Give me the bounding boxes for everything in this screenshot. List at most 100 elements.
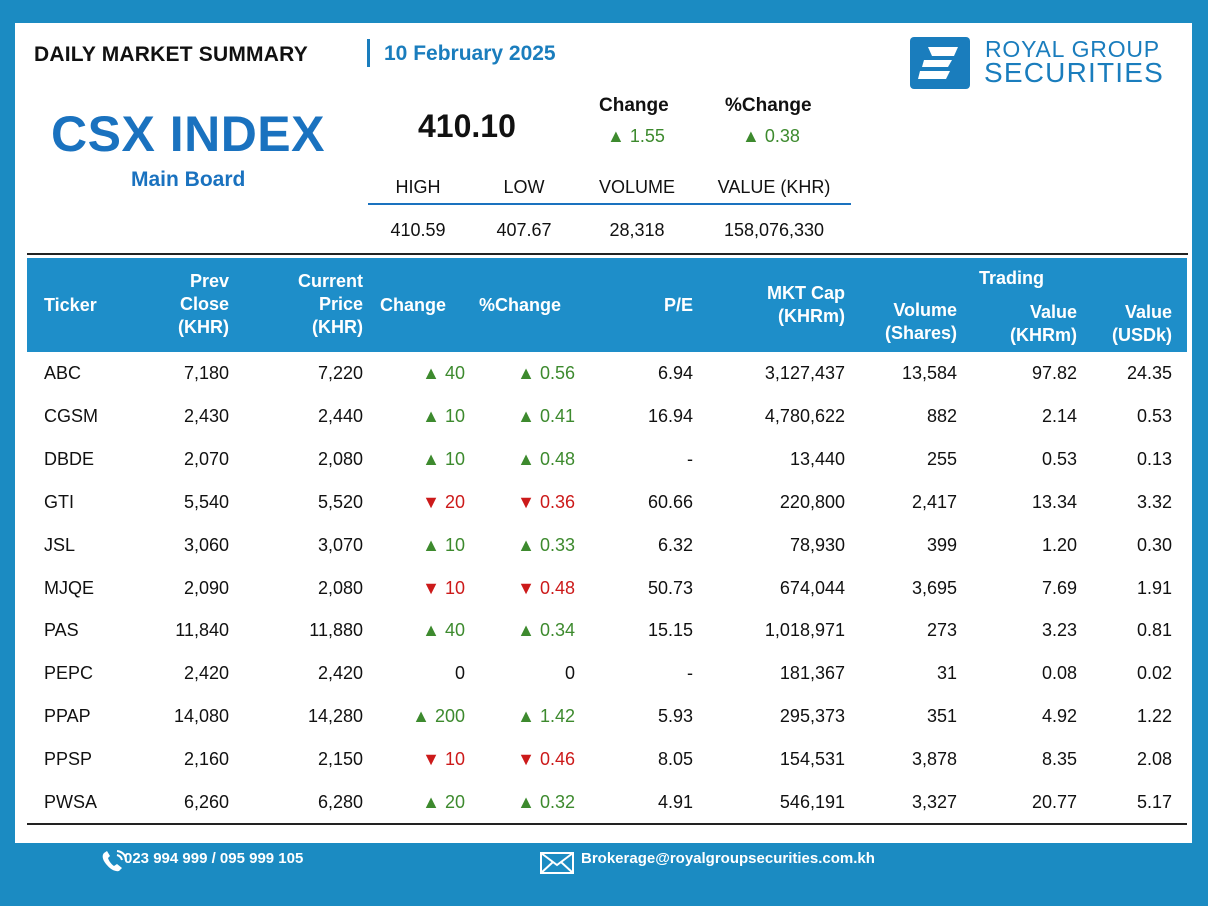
cell-mkt-cap: 546,191	[779, 792, 845, 812]
cell-current-price: 6,280	[317, 792, 363, 812]
stat-header-low: LOW	[503, 177, 545, 197]
cell-prev-close: 11,840	[175, 620, 229, 641]
cell-change: ▼ 10	[422, 577, 465, 598]
th-current-price: Current Price (KHR)	[297, 271, 363, 337]
brand-logo-icon	[910, 37, 970, 89]
stat-value-high: 410.59	[390, 220, 446, 240]
stat-value-volume: 28,318	[609, 220, 665, 240]
brand-name-line2: SECURITIES	[984, 57, 1165, 88]
th-change: Change	[380, 295, 447, 315]
th-value-khrm: Value (KHRm)	[1010, 302, 1077, 345]
cell-pe: 60.66	[647, 491, 693, 512]
cell-pct-change: ▲ 0.33	[517, 534, 575, 555]
footer-email[interactable]: Brokerage@royalgroupsecurities.com.kh	[581, 850, 875, 867]
cell-volume: 3,327	[911, 792, 957, 812]
cell-mkt-cap: 1,018,971	[764, 620, 845, 641]
title-separator	[367, 39, 370, 67]
table-row: PPSP 2,160 2,150 ▼ 10 ▼ 0.46 8.05 154,531 3,878…	[27, 739, 1187, 782]
cell-mkt-cap: 220,800	[779, 491, 845, 512]
cell-prev-close: 3,060	[183, 534, 229, 555]
th-volume: Volume (Shares)	[884, 300, 957, 343]
cell-ticker: DBDE	[44, 448, 95, 469]
stat-header-value: VALUE (KHR)	[717, 177, 831, 197]
cell-current-price: 2,080	[317, 577, 363, 598]
cell-current-price: 3,070	[317, 534, 363, 555]
stat-header-volume: VOLUME	[598, 177, 676, 197]
cell-value-khrm: 1.20	[1041, 534, 1077, 555]
cell-value-usdk: 3.32	[1136, 491, 1172, 512]
cell-ticker: JSL	[44, 534, 76, 555]
cell-ticker: PAS	[44, 620, 79, 641]
cell-ticker: PPAP	[44, 706, 91, 727]
cell-change: ▲ 10	[422, 448, 465, 469]
cell-mkt-cap: 674,044	[779, 577, 845, 598]
cell-pe: 8.05	[657, 749, 693, 770]
cell-pe: 15.15	[647, 620, 693, 641]
cell-prev-close: 7,180	[183, 363, 229, 383]
cell-ticker: CGSM	[44, 405, 98, 426]
th-pct-change: %Change	[479, 295, 562, 315]
cell-pct-change: ▼ 0.48	[517, 577, 575, 598]
cell-value-usdk: 0.13	[1136, 448, 1172, 469]
cell-pe: 6.94	[657, 363, 693, 383]
cell-value-khrm: 0.08	[1041, 663, 1077, 684]
table-bottom-rule	[27, 823, 1187, 825]
th-mkt-cap: MKT Cap (KHRm)	[767, 283, 845, 326]
cell-volume: 3,695	[911, 577, 957, 598]
cell-mkt-cap: 4,780,622	[764, 405, 845, 426]
footer-phone[interactable]: 023 994 999 / 095 999 105	[124, 850, 303, 867]
cell-value-khrm: 13.34	[1031, 491, 1077, 512]
cell-value-khrm: 8.35	[1041, 749, 1077, 770]
index-change-label: Change	[599, 95, 669, 116]
index-name: CSX INDEX	[51, 106, 326, 162]
cell-pe: -	[687, 663, 693, 684]
cell-volume: 31	[936, 663, 957, 684]
cell-pct-change: ▼ 0.46	[517, 749, 575, 770]
table-header: Ticker Prev Close (KHR) Current Price (K…	[27, 258, 1187, 352]
cell-change: ▲ 40	[422, 363, 465, 383]
index-change-value: ▲ 1.55	[607, 126, 665, 146]
cell-mkt-cap: 3,127,437	[764, 363, 845, 383]
cell-pct-change: ▲ 0.56	[517, 363, 575, 383]
cell-change: ▼ 10	[422, 749, 465, 770]
table-row: MJQE 2,090 2,080 ▼ 10 ▼ 0.48 50.73 674,044 3,69…	[27, 568, 1187, 611]
index-pct-change-label: %Change	[725, 95, 812, 116]
cell-change: ▲ 10	[422, 534, 465, 555]
cell-pe: 16.94	[647, 405, 693, 426]
cell-volume: 882	[926, 405, 957, 426]
cell-value-khrm: 3.23	[1041, 620, 1077, 641]
table-row: PEPC 2,420 2,420 0 0 - 181,367 31 0.08 0.02	[27, 653, 1187, 696]
cell-change: 0	[454, 663, 465, 684]
cell-prev-close: 2,160	[183, 749, 229, 770]
cell-current-price: 5,520	[317, 491, 363, 512]
cell-volume: 399	[926, 534, 957, 555]
th-ticker: Ticker	[44, 295, 97, 315]
stat-value-low: 407.67	[496, 220, 552, 240]
cell-mkt-cap: 181,367	[779, 663, 845, 684]
th-value-usdk: Value (USDk)	[1111, 302, 1172, 345]
cell-value-usdk: 1.91	[1136, 577, 1172, 598]
cell-value-khrm: 2.14	[1041, 405, 1077, 426]
th-pe: P/E	[663, 295, 693, 315]
cell-value-usdk: 0.53	[1136, 405, 1172, 426]
cell-ticker: PEPC	[44, 663, 94, 684]
cell-value-khrm: 20.77	[1031, 792, 1077, 812]
table-row: ABC 7,180 7,220 ▲ 40 ▲ 0.56 6.94 3,127,437 13,5…	[27, 353, 1187, 396]
cell-prev-close: 2,420	[183, 663, 229, 684]
cell-change: ▼ 20	[422, 491, 465, 512]
cell-pct-change: 0	[564, 663, 575, 684]
cell-pe: 5.93	[657, 706, 693, 727]
report-title: DAILY MARKET SUMMARY	[34, 43, 308, 66]
cell-pe: 6.32	[657, 534, 693, 555]
stat-header-high: HIGH	[395, 177, 441, 197]
cell-current-price: 2,440	[317, 405, 363, 426]
cell-value-khrm: 0.53	[1041, 448, 1077, 469]
cell-volume: 255	[926, 448, 957, 469]
cell-prev-close: 2,070	[183, 448, 229, 469]
cell-volume: 13,584	[901, 363, 957, 383]
cell-ticker: PWSA	[44, 792, 98, 812]
cell-value-usdk: 2.08	[1136, 749, 1172, 770]
cell-pct-change: ▲ 0.41	[517, 405, 575, 426]
cell-pe: -	[687, 448, 693, 469]
cell-mkt-cap: 295,373	[779, 706, 845, 727]
